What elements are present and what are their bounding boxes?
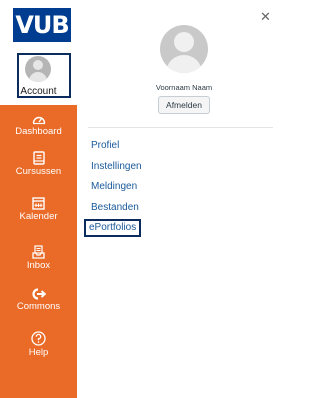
- avatar-icon: [25, 56, 51, 82]
- sidebar-item-label: Kalender: [19, 211, 58, 222]
- sidebar-item-label: Dashboard: [15, 126, 62, 137]
- sidebar-item-account[interactable]: Account: [0, 50, 77, 105]
- sidebar-item-dashboard[interactable]: Dashboard: [0, 113, 77, 137]
- sidebar-item-label: Commons: [16, 301, 61, 312]
- link-meldingen[interactable]: Meldingen: [91, 181, 137, 193]
- help-icon: [31, 331, 46, 346]
- logo-area[interactable]: VUB: [0, 0, 77, 50]
- calendar-icon: [32, 197, 45, 210]
- sidebar-item-inbox[interactable]: Inbox: [0, 245, 77, 271]
- link-eportfolios[interactable]: ePortfolios: [84, 219, 142, 237]
- sidebar-item-label: Cursussen: [15, 166, 62, 177]
- commons-icon: [31, 288, 46, 300]
- close-icon[interactable]: ✕: [260, 10, 271, 23]
- logout-button[interactable]: Afmelden: [158, 96, 210, 114]
- sidebar-item-label: Account: [20, 86, 57, 97]
- profile-avatar: [160, 25, 208, 73]
- vub-logo: VUB: [13, 8, 71, 42]
- dashboard-icon: [32, 116, 45, 125]
- link-bestanden[interactable]: Bestanden: [91, 202, 139, 214]
- sidebar-item-label: Help: [28, 347, 49, 358]
- inbox-icon: [32, 245, 45, 259]
- sidebar-item-cursussen[interactable]: Cursussen: [0, 151, 77, 177]
- user-name: Voornaam Naam: [155, 83, 213, 92]
- sidebar-item-commons[interactable]: Commons: [0, 288, 77, 312]
- sidebar-item-kalender[interactable]: Kalender: [0, 196, 77, 222]
- global-navigation: VUB Account Dashboard Cursussen Kalender…: [0, 0, 77, 398]
- courses-icon: [32, 151, 45, 165]
- divider: [88, 127, 273, 128]
- sidebar-item-help[interactable]: Help: [0, 331, 77, 358]
- link-instellingen[interactable]: Instellingen: [91, 161, 142, 173]
- sidebar-item-label: Inbox: [26, 260, 51, 271]
- link-profiel[interactable]: Profiel: [91, 140, 119, 152]
